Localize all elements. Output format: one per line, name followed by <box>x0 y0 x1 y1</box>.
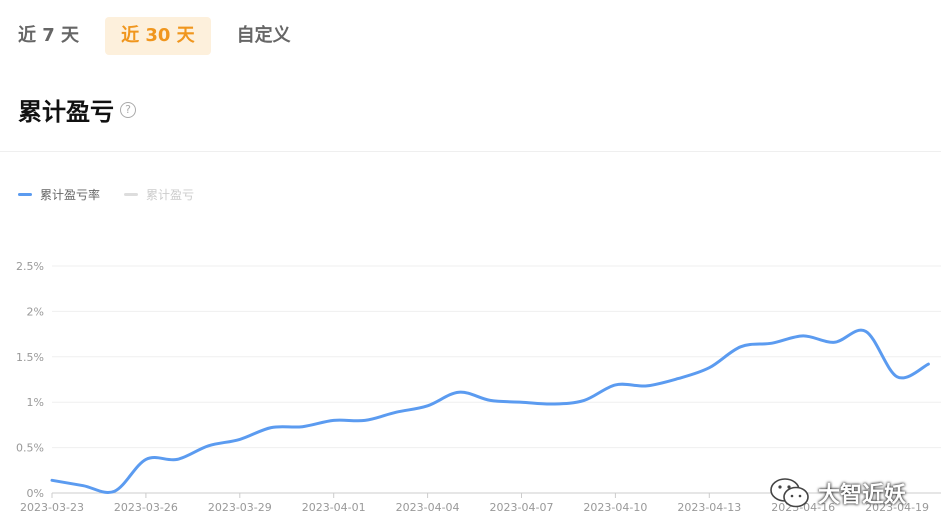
x-tick-label: 2023-04-13 <box>677 501 741 514</box>
x-tick-label: 2023-03-23 <box>20 501 84 514</box>
y-tick-label: 2% <box>27 305 44 318</box>
line-chart: 0% 0.5% 1% 1.5% 2% 2.5% 2023-03-23 2023-03-26 20… <box>16 260 941 514</box>
wechat-icon <box>770 478 809 508</box>
watermark: 大智近妖 <box>768 476 906 510</box>
x-tick-label: 2023-04-07 <box>490 501 554 514</box>
x-tick-label: 2023-04-04 <box>396 501 460 514</box>
watermark-text: 大智近妖 <box>818 483 907 508</box>
x-tick-label: 2023-04-01 <box>302 501 366 514</box>
y-tick-label: 1.5% <box>16 351 44 364</box>
x-tick-label: 2023-03-29 <box>208 501 272 514</box>
y-tick-label: 1% <box>27 396 44 409</box>
y-tick-label: 0% <box>27 487 44 500</box>
y-tick-label: 0.5% <box>16 442 44 455</box>
x-tick-label: 2023-04-10 <box>583 501 647 514</box>
y-tick-label: 2.5% <box>16 260 44 273</box>
x-tick-label: 2023-03-26 <box>114 501 178 514</box>
series-line-profit-rate <box>50 328 930 494</box>
